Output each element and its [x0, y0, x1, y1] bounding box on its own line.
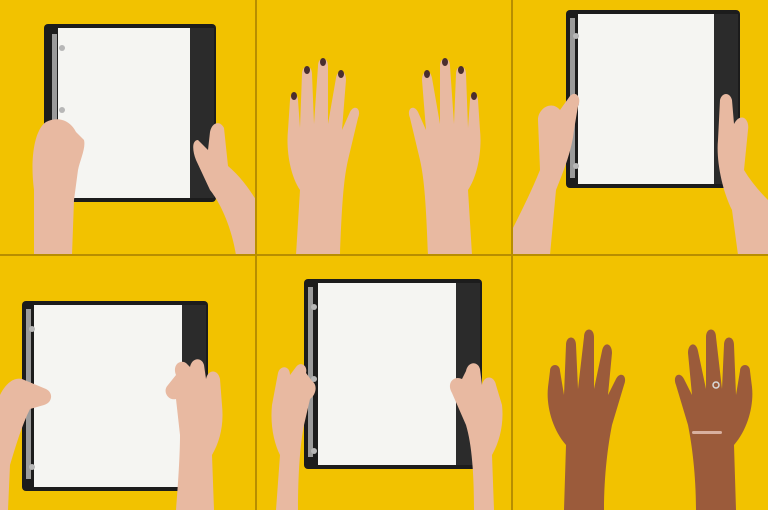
- panel-hands-only-2: [512, 255, 768, 510]
- panel-6-art: [512, 255, 768, 510]
- divider-horizontal: [0, 254, 768, 256]
- panel-binder-hands-1: [0, 0, 256, 255]
- panel-5-art: [256, 255, 512, 510]
- panel-1-art: [0, 0, 256, 255]
- panel-2-art: [256, 0, 512, 255]
- paper: [58, 28, 190, 198]
- panel-hands-only-1: [256, 0, 512, 255]
- panel-4-art: [0, 255, 256, 510]
- photo-collage: [0, 0, 768, 510]
- panel-binder-hands-2: [512, 0, 768, 255]
- panel-3-art: [512, 0, 768, 255]
- panel-binder-hands-3: [0, 255, 256, 510]
- paper: [318, 283, 456, 465]
- paper: [34, 305, 182, 487]
- paper: [578, 14, 714, 184]
- bracelet: [692, 431, 722, 434]
- panel-binder-hands-4: [256, 255, 512, 510]
